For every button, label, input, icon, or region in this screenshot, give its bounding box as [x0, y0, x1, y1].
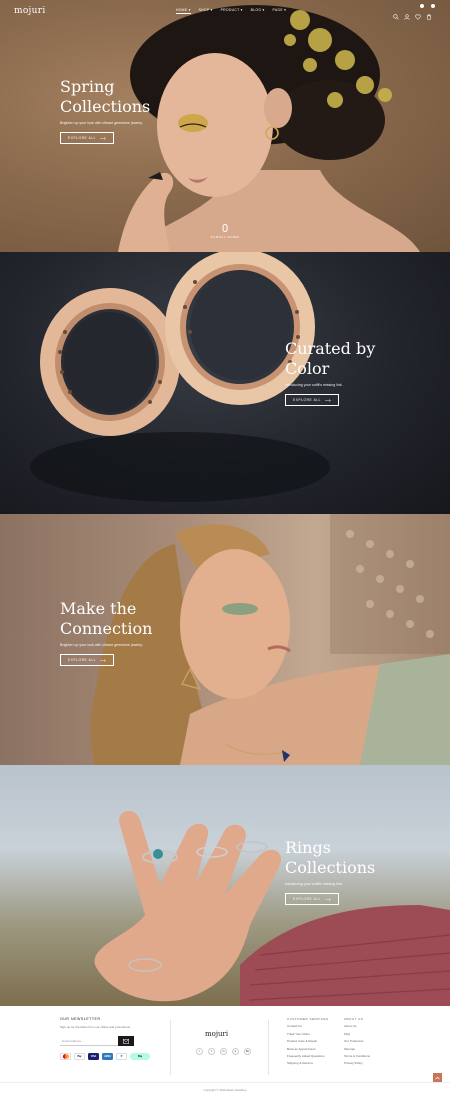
cart-count-badge [431, 4, 435, 8]
footer-link[interactable]: Track Your Order [287, 1032, 329, 1036]
pinterest-icon[interactable]: p [232, 1048, 239, 1055]
hero-title: Rings Collections [285, 838, 376, 877]
footer-bottom-divider [0, 1082, 450, 1083]
search-icon[interactable] [393, 7, 399, 20]
user-icon[interactable] [404, 7, 410, 20]
hero-title: Spring Collections [60, 77, 151, 116]
newsletter-form: Email address... [60, 1036, 150, 1046]
wishlist-icon[interactable] [415, 4, 424, 20]
mail-icon [123, 1038, 129, 1044]
explore-all-button[interactable]: EXPLORE ALL [285, 394, 340, 406]
hero-content: Rings Collections Introducing your outfi… [285, 838, 375, 905]
scroll-down-indicator[interactable]: SCROLL DOWN [211, 224, 240, 239]
explore-all-button[interactable]: EXPLORE ALL [60, 132, 115, 144]
arrow-right-icon [100, 658, 106, 662]
site-header: mojuri HOME ▾ SHOP ▾ PRODUCT ▾ BLOG ▾ PA… [0, 0, 450, 22]
behance-icon[interactable]: Be [244, 1048, 251, 1055]
subscribe-button[interactable] [118, 1036, 134, 1046]
footer-link[interactable]: Frequently Asked Questions [287, 1054, 329, 1058]
hero-subtitle: Introducing your outfit's missing link. [285, 882, 343, 886]
hero-slide-curated: Curated by Color Introducing your outfit… [0, 252, 450, 514]
footer-link[interactable]: FAQ [344, 1032, 370, 1036]
hero-content: Curated by Color Introducing your outfit… [285, 339, 375, 406]
hero-image-gold-rings [30, 252, 330, 502]
mastercard-icon [60, 1053, 71, 1060]
hero-slide-rings: Rings Collections Introducing your outfi… [0, 765, 450, 1006]
nav-shop[interactable]: SHOP ▾ [199, 8, 213, 14]
footer-link[interactable]: Contact Us [287, 1024, 329, 1028]
footer-link[interactable]: About Us [344, 1024, 370, 1028]
visa-icon: VISA [88, 1053, 99, 1060]
footer-logo[interactable]: mojuri [205, 1030, 228, 1038]
footer-link[interactable]: Our Producers [344, 1039, 370, 1043]
hero-subtitle: Brighten up your look with vibrant gemst… [60, 643, 143, 647]
mouse-icon [222, 224, 228, 232]
arrow-right-icon [100, 136, 106, 140]
hero-title: Make the Connection [60, 599, 153, 638]
back-to-top-button[interactable] [433, 1073, 442, 1082]
main-nav: HOME ▾ SHOP ▾ PRODUCT ▾ BLOG ▾ PAGE ▾ [176, 8, 286, 14]
newsletter-heading: OUR NEWSLETTER [60, 1017, 101, 1021]
arrow-right-icon [325, 398, 331, 402]
site-footer: OUR NEWSLETTER Sign up for the latest fr… [0, 1006, 450, 1099]
payment-methods: Pay VISA AMEX P Pay [60, 1053, 150, 1060]
customer-services-column: CUSTOMER SERVICES Contact Us Track Your … [287, 1017, 329, 1069]
footer-link[interactable]: Book an Appointment [287, 1047, 329, 1051]
newsletter-text: Sign up for the latest from our chairs a… [60, 1025, 131, 1029]
facebook-icon[interactable]: f [208, 1048, 215, 1055]
chevron-up-icon [435, 1076, 440, 1079]
nav-product[interactable]: PRODUCT ▾ [221, 8, 243, 14]
footer-link[interactable]: Terms & Conditions [344, 1054, 370, 1058]
hero-slide-spring: Spring Collections Brighten up your look… [0, 0, 450, 252]
instagram-icon[interactable]: in [220, 1048, 227, 1055]
footer-link[interactable]: Sitemap [344, 1047, 370, 1051]
hero-title: Curated by Color [285, 339, 376, 378]
site-logo[interactable]: mojuri [14, 6, 46, 16]
wishlist-count-badge [420, 4, 424, 8]
hero-image-hand-rings [94, 810, 450, 1006]
nav-blog[interactable]: BLOG ▾ [251, 8, 265, 14]
twitter-icon[interactable]: t [196, 1048, 203, 1055]
paypal-icon: P [116, 1053, 127, 1060]
footer-link[interactable]: Shipping & Returns [287, 1061, 329, 1065]
footer-divider [170, 1020, 171, 1075]
footer-divider [268, 1020, 269, 1075]
footer-link[interactable]: Product Care & Repair [287, 1039, 329, 1043]
amex-icon: AMEX [102, 1053, 113, 1060]
hero-subtitle: Brighten up your look with vibrant gemst… [60, 121, 143, 125]
social-links: t f in p Be [196, 1048, 251, 1055]
customer-services-heading: CUSTOMER SERVICES [287, 1017, 329, 1021]
hero-content: Make the Connection Brighten up your loo… [60, 599, 152, 666]
explore-all-button[interactable]: EXPLORE ALL [60, 654, 115, 666]
nav-page[interactable]: PAGE ▾ [273, 8, 287, 14]
nav-home[interactable]: HOME ▾ [176, 8, 191, 14]
cart-icon[interactable] [426, 4, 435, 20]
copyright-text: Copyright © 2022 Mojuri Jewellery [203, 1088, 247, 1092]
explore-all-button[interactable]: EXPLORE ALL [285, 893, 340, 905]
hero-content: Spring Collections Brighten up your look… [60, 77, 150, 144]
afterpay-icon: Pay [130, 1053, 150, 1060]
arrow-right-icon [325, 897, 331, 901]
about-us-column: ABOUT US About Us FAQ Our Producers Site… [344, 1017, 370, 1069]
footer-link[interactable]: Privacy Policy [344, 1061, 370, 1065]
header-icons [393, 4, 435, 20]
newsletter-section: OUR NEWSLETTER Sign up for the latest fr… [60, 1017, 150, 1060]
apple-pay-icon: Pay [74, 1053, 85, 1060]
hero-slide-connection: Make the Connection Brighten up your loo… [0, 514, 450, 765]
about-us-heading: ABOUT US [344, 1017, 364, 1021]
hero-subtitle: Introducing your outfit's missing link. [285, 383, 343, 387]
email-field[interactable]: Email address... [60, 1036, 118, 1046]
